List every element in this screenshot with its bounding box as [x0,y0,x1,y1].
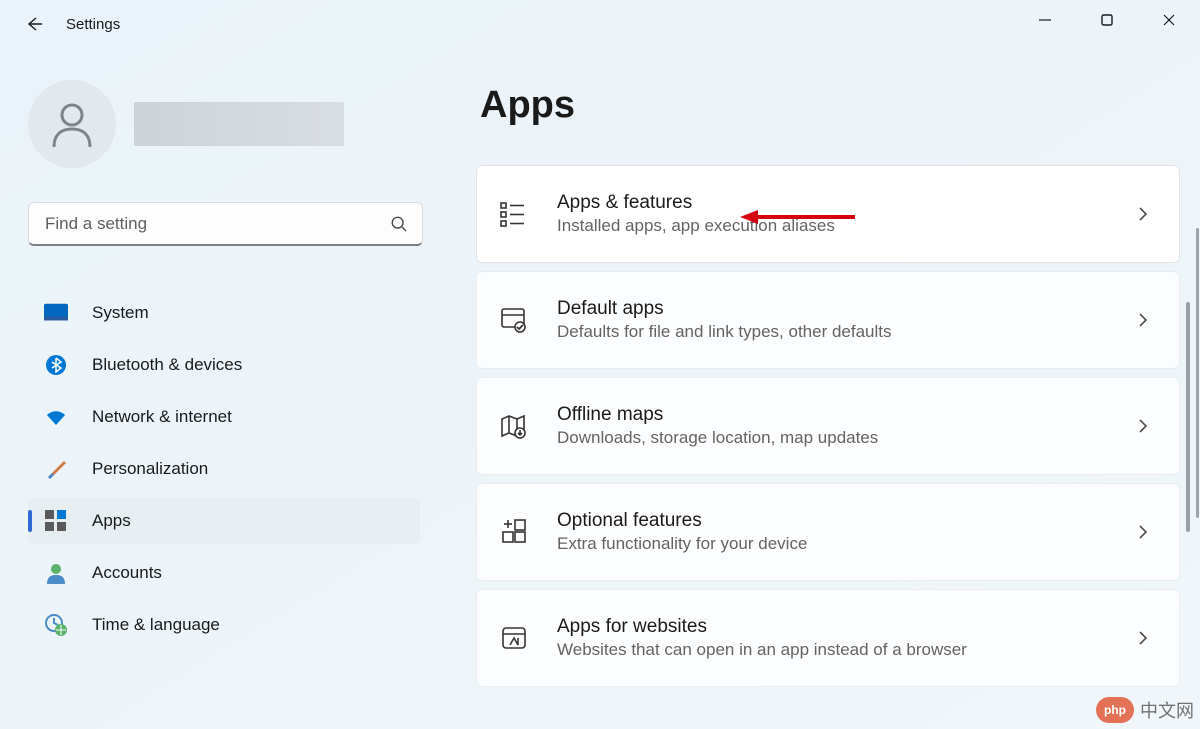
back-arrow-icon [24,14,44,34]
card-subtitle: Downloads, storage location, map updates [557,428,1107,448]
card-list: Apps & features Installed apps, app exec… [476,165,1180,687]
sidebar-item-accounts[interactable]: Accounts [28,550,420,596]
card-apps-features[interactable]: Apps & features Installed apps, app exec… [476,165,1180,263]
chevron-right-icon [1135,312,1151,328]
content: System Bluetooth & devices Network & int… [0,48,1200,729]
window-controls [1014,0,1200,48]
sidebar-item-apps[interactable]: Apps [28,498,420,544]
paintbrush-icon [44,458,68,480]
sidebar-item-label: Time & language [92,615,220,635]
page-heading: Apps [480,84,1180,127]
avatar [28,80,116,168]
watermark: php 中文网 [1096,697,1194,723]
card-subtitle: Defaults for file and link types, other … [557,322,1107,342]
chevron-right-icon [1135,630,1151,646]
apps-features-icon [499,199,529,229]
card-offline-maps[interactable]: Offline maps Downloads, storage location… [476,377,1180,475]
card-default-apps[interactable]: Default apps Defaults for file and link … [476,271,1180,369]
system-icon [44,302,68,324]
user-info[interactable] [28,60,460,192]
sidebar-item-label: System [92,303,149,323]
apps-for-websites-icon [499,623,529,653]
bluetooth-icon [44,354,68,376]
sidebar-item-label: Accounts [92,563,162,583]
card-subtitle: Installed apps, app execution aliases [557,216,1107,236]
main-scrollbar[interactable] [1196,228,1199,518]
card-text: Optional features Extra functionality fo… [557,510,1107,554]
optional-features-icon [499,517,529,547]
chevron-right-icon [1135,524,1151,540]
card-subtitle: Extra functionality for your device [557,534,1107,554]
user-name-placeholder [134,102,344,146]
clock-globe-icon [44,614,68,636]
maximize-icon [1100,13,1114,27]
close-button[interactable] [1138,0,1200,40]
card-title: Offline maps [557,404,1107,426]
person-icon [45,97,99,151]
card-text: Default apps Defaults for file and link … [557,298,1107,342]
sidebar-item-network[interactable]: Network & internet [28,394,420,440]
default-apps-icon [499,305,529,335]
minimize-button[interactable] [1014,0,1076,40]
card-subtitle: Websites that can open in an app instead… [557,640,1107,660]
search-box[interactable] [28,202,423,246]
sidebar-item-time-language[interactable]: Time & language [28,602,420,648]
watermark-badge: php [1096,697,1134,723]
sidebar-item-label: Apps [92,511,131,531]
sidebar-item-label: Bluetooth & devices [92,355,242,375]
sidebar-item-system[interactable]: System [28,290,420,336]
chevron-right-icon [1135,206,1151,222]
wifi-icon [44,406,68,428]
card-text: Apps for websites Websites that can open… [557,616,1107,660]
titlebar: Settings [0,0,1200,48]
minimize-icon [1038,13,1052,27]
main-panel: Apps Apps & features Installed apps, app… [460,48,1200,729]
card-apps-for-websites[interactable]: Apps for websites Websites that can open… [476,589,1180,687]
card-title: Apps & features [557,192,1107,214]
watermark-text: 中文网 [1140,697,1194,723]
card-title: Default apps [557,298,1107,320]
card-title: Apps for websites [557,616,1107,638]
map-icon [499,411,529,441]
maximize-button[interactable] [1076,0,1138,40]
accounts-icon [44,562,68,584]
card-text: Offline maps Downloads, storage location… [557,404,1107,448]
search-icon [390,215,408,233]
card-text: Apps & features Installed apps, app exec… [557,192,1107,236]
sidebar: System Bluetooth & devices Network & int… [0,48,460,729]
search-input[interactable] [45,214,390,234]
close-icon [1162,13,1176,27]
sidebar-item-label: Network & internet [92,407,232,427]
chevron-right-icon [1135,418,1151,434]
card-optional-features[interactable]: Optional features Extra functionality fo… [476,483,1180,581]
back-button[interactable] [24,14,44,34]
nav-list: System Bluetooth & devices Network & int… [28,290,460,648]
sidebar-item-personalization[interactable]: Personalization [28,446,420,492]
app-title: Settings [66,16,120,33]
card-title: Optional features [557,510,1107,532]
titlebar-left: Settings [24,14,120,34]
sidebar-item-bluetooth[interactable]: Bluetooth & devices [28,342,420,388]
apps-icon [44,510,68,532]
sidebar-item-label: Personalization [92,459,208,479]
